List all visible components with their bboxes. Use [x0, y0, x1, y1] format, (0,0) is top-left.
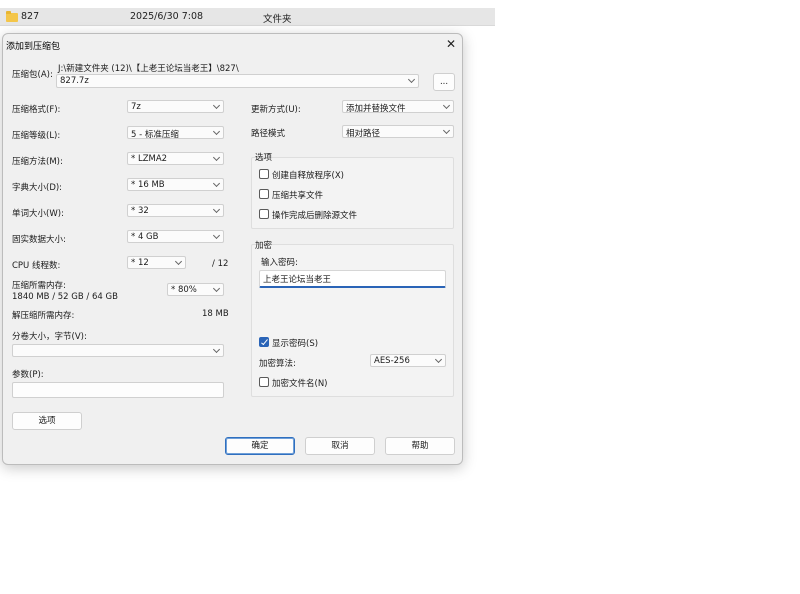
- chevron-down-icon: [434, 355, 443, 364]
- chevron-down-icon: [212, 231, 221, 240]
- chevron-down-icon: [212, 345, 221, 354]
- password-label: 输入密码:: [261, 258, 298, 268]
- chevron-down-icon: [407, 75, 416, 84]
- file-date: 2025/6/30 7:08: [130, 11, 204, 22]
- format-value: 7z: [131, 102, 141, 112]
- file-type: 文件夹: [263, 14, 292, 25]
- chevron-down-icon: [212, 179, 221, 188]
- threads-value: * 12: [131, 258, 149, 268]
- solid-value: * 4 GB: [131, 232, 159, 242]
- chevron-down-icon: [212, 284, 221, 293]
- delete-source-label: 操作完成后删除源文件: [272, 211, 358, 221]
- chevron-down-icon: [442, 126, 451, 135]
- file-name: 827: [21, 11, 40, 22]
- encrypt-names-label: 加密文件名(N): [272, 379, 328, 389]
- chevron-down-icon: [174, 257, 183, 266]
- params-input[interactable]: [12, 382, 224, 398]
- level-label: 压缩等级(L):: [12, 131, 61, 141]
- decomp-label: 解压缩所需内存:: [12, 311, 75, 321]
- level-select[interactable]: 5 - 标准压缩: [127, 126, 224, 140]
- shared-label: 压缩共享文件: [272, 191, 324, 201]
- archive-label: 压缩包(A):: [12, 70, 53, 80]
- split-combo[interactable]: [12, 344, 224, 357]
- pathmode-select[interactable]: 相对路径: [342, 125, 454, 139]
- delete-source-checkbox[interactable]: [259, 209, 269, 219]
- update-select[interactable]: 添加并替换文件: [342, 100, 454, 114]
- sfx-label: 创建自释放程序(X): [272, 171, 344, 181]
- solid-select[interactable]: * 4 GB: [127, 230, 224, 243]
- mem-detail: 1840 MB / 52 GB / 64 GB: [12, 292, 118, 302]
- add-to-archive-dialog: 添加到压缩包 ✕ 压缩包(A): J:\新建文件夹 (12)\【上老王论坛当老王…: [2, 33, 463, 465]
- decomp-value: 18 MB: [202, 309, 229, 319]
- cancel-button[interactable]: 取消: [305, 437, 375, 455]
- archive-path: J:\新建文件夹 (12)\【上老王论坛当老王】\827\: [58, 64, 239, 74]
- options-button[interactable]: 选项: [12, 412, 82, 430]
- chevron-down-icon: [212, 153, 221, 162]
- dict-label: 字典大小(D):: [12, 183, 63, 193]
- pathmode-value: 相对路径: [346, 129, 381, 139]
- dialog-title: 添加到压缩包: [6, 42, 61, 52]
- threads-label: CPU 线程数:: [12, 261, 61, 271]
- enc-method-value: AES-256: [374, 356, 410, 366]
- explorer-file-row[interactable]: 827 2025/6/30 7:08 文件夹: [0, 8, 495, 26]
- params-label: 参数(P):: [12, 370, 44, 380]
- options-group-title: 选项: [255, 153, 273, 163]
- threads-max: / 12: [212, 259, 229, 269]
- encrypt-names-checkbox[interactable]: [259, 377, 269, 387]
- method-value: * LZMA2: [131, 154, 168, 164]
- update-label: 更新方式(U):: [251, 105, 301, 115]
- dict-value: * 16 MB: [131, 180, 165, 190]
- enc-method-select[interactable]: AES-256: [370, 354, 446, 367]
- word-select[interactable]: * 32: [127, 204, 224, 217]
- mem-label: 压缩所需内存:: [12, 281, 66, 291]
- password-value: 上老王论坛当老王: [263, 275, 332, 285]
- shared-checkbox[interactable]: [259, 189, 269, 199]
- format-select[interactable]: 7z: [127, 100, 224, 113]
- folder-icon: [6, 11, 18, 22]
- pathmode-label: 路径模式: [251, 129, 286, 139]
- chevron-down-icon: [212, 205, 221, 214]
- archive-name-combo[interactable]: 827.7z: [56, 74, 419, 88]
- close-icon[interactable]: ✕: [443, 36, 459, 52]
- encryption-group-title: 加密: [255, 241, 273, 251]
- method-select[interactable]: * LZMA2: [127, 152, 224, 165]
- enc-method-label: 加密算法:: [259, 359, 296, 369]
- ok-button[interactable]: 确定: [225, 437, 295, 455]
- show-password-label: 显示密码(S): [272, 339, 319, 349]
- mem-select[interactable]: * 80%: [167, 283, 224, 296]
- format-label: 压缩格式(F):: [12, 105, 61, 115]
- word-value: * 32: [131, 206, 149, 216]
- update-value: 添加并替换文件: [346, 104, 406, 114]
- mem-value: * 80%: [171, 285, 197, 295]
- word-label: 单词大小(W):: [12, 209, 64, 219]
- chevron-down-icon: [212, 101, 221, 110]
- archive-name-value: 827.7z: [60, 76, 89, 86]
- help-button[interactable]: 帮助: [385, 437, 455, 455]
- method-label: 压缩方法(M):: [12, 157, 63, 167]
- browse-button[interactable]: ...: [433, 73, 455, 91]
- sfx-checkbox[interactable]: [259, 169, 269, 179]
- chevron-down-icon: [442, 101, 451, 110]
- solid-label: 固实数据大小:: [12, 235, 66, 245]
- dict-select[interactable]: * 16 MB: [127, 178, 224, 191]
- level-value: 5 - 标准压缩: [131, 130, 179, 140]
- show-password-checkbox[interactable]: [259, 337, 269, 347]
- password-input[interactable]: 上老王论坛当老王: [259, 270, 446, 288]
- threads-select[interactable]: * 12: [127, 256, 186, 269]
- chevron-down-icon: [212, 127, 221, 136]
- split-label: 分卷大小，字节(V):: [12, 332, 87, 342]
